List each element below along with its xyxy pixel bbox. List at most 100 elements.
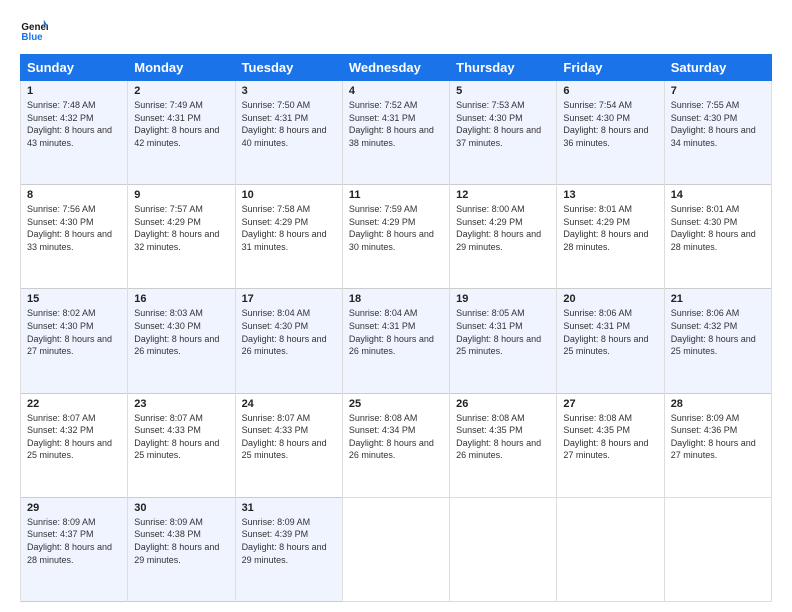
day-number: 6 [563, 85, 657, 97]
day-number: 30 [134, 502, 228, 514]
logo: General Blue [20, 16, 52, 44]
day-info: Sunrise: 7:50 AMSunset: 4:31 PMDaylight:… [242, 100, 327, 148]
day-info: Sunrise: 8:09 AMSunset: 4:36 PMDaylight:… [671, 413, 756, 461]
day-info: Sunrise: 8:04 AMSunset: 4:31 PMDaylight:… [349, 308, 434, 356]
day-cell: 31Sunrise: 8:09 AMSunset: 4:39 PMDayligh… [235, 497, 342, 601]
day-info: Sunrise: 8:07 AMSunset: 4:32 PMDaylight:… [27, 413, 112, 461]
day-cell [450, 497, 557, 601]
day-info: Sunrise: 8:07 AMSunset: 4:33 PMDaylight:… [242, 413, 327, 461]
day-info: Sunrise: 7:57 AMSunset: 4:29 PMDaylight:… [134, 204, 219, 252]
day-info: Sunrise: 8:08 AMSunset: 4:35 PMDaylight:… [456, 413, 541, 461]
day-cell: 26 Sunrise: 8:08 AMSunset: 4:35 PMDayligh… [450, 393, 557, 497]
week-row-5: 29Sunrise: 8:09 AMSunset: 4:37 PMDayligh… [21, 497, 772, 601]
day-info: Sunrise: 8:01 AMSunset: 4:30 PMDaylight:… [671, 204, 756, 252]
day-info: Sunrise: 8:08 AMSunset: 4:34 PMDaylight:… [349, 413, 434, 461]
day-number: 23 [134, 398, 228, 410]
day-cell: 29Sunrise: 8:09 AMSunset: 4:37 PMDayligh… [21, 497, 128, 601]
day-cell: 4Sunrise: 7:52 AMSunset: 4:31 PMDaylight… [342, 81, 449, 185]
week-row-4: 22 Sunrise: 8:07 AMSunset: 4:32 PMDayligh… [21, 393, 772, 497]
day-cell: 8 Sunrise: 7:56 AMSunset: 4:30 PMDaylight… [21, 185, 128, 289]
day-info: Sunrise: 7:49 AMSunset: 4:31 PMDaylight:… [134, 100, 219, 148]
day-cell: 3 Sunrise: 7:50 AMSunset: 4:31 PMDaylight… [235, 81, 342, 185]
day-number: 17 [242, 293, 336, 305]
day-info: Sunrise: 8:09 AMSunset: 4:38 PMDaylight:… [134, 517, 219, 565]
day-number: 19 [456, 293, 550, 305]
day-cell [664, 497, 771, 601]
day-number: 2 [134, 85, 228, 97]
day-number: 20 [563, 293, 657, 305]
day-cell: 27Sunrise: 8:08 AMSunset: 4:35 PMDayligh… [557, 393, 664, 497]
col-header-sunday: Sunday [21, 55, 128, 81]
day-info: Sunrise: 8:01 AMSunset: 4:29 PMDaylight:… [563, 204, 648, 252]
day-cell: 23 Sunrise: 8:07 AMSunset: 4:33 PMDayligh… [128, 393, 235, 497]
day-info: Sunrise: 8:00 AMSunset: 4:29 PMDaylight:… [456, 204, 541, 252]
day-cell [557, 497, 664, 601]
day-number: 25 [349, 398, 443, 410]
day-number: 10 [242, 189, 336, 201]
week-row-3: 15 Sunrise: 8:02 AMSunset: 4:30 PMDayligh… [21, 289, 772, 393]
day-info: Sunrise: 8:09 AMSunset: 4:39 PMDaylight:… [242, 517, 327, 565]
day-info: Sunrise: 8:03 AMSunset: 4:30 PMDaylight:… [134, 308, 219, 356]
day-number: 7 [671, 85, 765, 97]
day-info: Sunrise: 8:06 AMSunset: 4:32 PMDaylight:… [671, 308, 756, 356]
day-number: 18 [349, 293, 443, 305]
svg-text:Blue: Blue [21, 32, 43, 43]
day-cell: 9 Sunrise: 7:57 AMSunset: 4:29 PMDaylight… [128, 185, 235, 289]
day-info: Sunrise: 7:55 AMSunset: 4:30 PMDaylight:… [671, 100, 756, 148]
day-info: Sunrise: 7:58 AMSunset: 4:29 PMDaylight:… [242, 204, 327, 252]
day-info: Sunrise: 8:02 AMSunset: 4:30 PMDaylight:… [27, 308, 112, 356]
day-cell: 5 Sunrise: 7:53 AMSunset: 4:30 PMDaylight… [450, 81, 557, 185]
col-header-thursday: Thursday [450, 55, 557, 81]
day-cell: 1 Sunrise: 7:48 AMSunset: 4:32 PMDaylight… [21, 81, 128, 185]
day-info: Sunrise: 7:53 AMSunset: 4:30 PMDaylight:… [456, 100, 541, 148]
day-number: 26 [456, 398, 550, 410]
day-number: 1 [27, 85, 121, 97]
day-cell: 16 Sunrise: 8:03 AMSunset: 4:30 PMDayligh… [128, 289, 235, 393]
day-cell: 13 Sunrise: 8:01 AMSunset: 4:29 PMDayligh… [557, 185, 664, 289]
day-cell: 15 Sunrise: 8:02 AMSunset: 4:30 PMDayligh… [21, 289, 128, 393]
day-cell: 25 Sunrise: 8:08 AMSunset: 4:34 PMDayligh… [342, 393, 449, 497]
day-number: 4 [349, 85, 443, 97]
col-header-tuesday: Tuesday [235, 55, 342, 81]
day-number: 16 [134, 293, 228, 305]
day-cell: 17 Sunrise: 8:04 AMSunset: 4:30 PMDayligh… [235, 289, 342, 393]
day-cell: 28 Sunrise: 8:09 AMSunset: 4:36 PMDayligh… [664, 393, 771, 497]
day-number: 5 [456, 85, 550, 97]
day-cell: 18 Sunrise: 8:04 AMSunset: 4:31 PMDayligh… [342, 289, 449, 393]
logo-icon: General Blue [20, 16, 48, 44]
day-cell: 30 Sunrise: 8:09 AMSunset: 4:38 PMDayligh… [128, 497, 235, 601]
day-number: 13 [563, 189, 657, 201]
day-cell: 7 Sunrise: 7:55 AMSunset: 4:30 PMDaylight… [664, 81, 771, 185]
day-cell [342, 497, 449, 601]
day-cell: 19Sunrise: 8:05 AMSunset: 4:31 PMDayligh… [450, 289, 557, 393]
day-cell: 14 Sunrise: 8:01 AMSunset: 4:30 PMDayligh… [664, 185, 771, 289]
day-number: 8 [27, 189, 121, 201]
day-number: 28 [671, 398, 765, 410]
day-info: Sunrise: 8:06 AMSunset: 4:31 PMDaylight:… [563, 308, 648, 356]
day-number: 15 [27, 293, 121, 305]
day-number: 24 [242, 398, 336, 410]
day-info: Sunrise: 8:07 AMSunset: 4:33 PMDaylight:… [134, 413, 219, 461]
col-header-friday: Friday [557, 55, 664, 81]
day-cell: 11Sunrise: 7:59 AMSunset: 4:29 PMDayligh… [342, 185, 449, 289]
day-number: 22 [27, 398, 121, 410]
day-number: 3 [242, 85, 336, 97]
day-number: 29 [27, 502, 121, 514]
day-info: Sunrise: 7:59 AMSunset: 4:29 PMDaylight:… [349, 204, 434, 252]
calendar-table: SundayMondayTuesdayWednesdayThursdayFrid… [20, 54, 772, 602]
day-info: Sunrise: 7:48 AMSunset: 4:32 PMDaylight:… [27, 100, 112, 148]
day-cell: 6 Sunrise: 7:54 AMSunset: 4:30 PMDaylight… [557, 81, 664, 185]
day-cell: 10 Sunrise: 7:58 AMSunset: 4:29 PMDayligh… [235, 185, 342, 289]
day-info: Sunrise: 8:04 AMSunset: 4:30 PMDaylight:… [242, 308, 327, 356]
col-header-wednesday: Wednesday [342, 55, 449, 81]
day-number: 9 [134, 189, 228, 201]
day-cell: 2 Sunrise: 7:49 AMSunset: 4:31 PMDaylight… [128, 81, 235, 185]
day-info: Sunrise: 7:56 AMSunset: 4:30 PMDaylight:… [27, 204, 112, 252]
day-cell: 21 Sunrise: 8:06 AMSunset: 4:32 PMDayligh… [664, 289, 771, 393]
day-info: Sunrise: 7:54 AMSunset: 4:30 PMDaylight:… [563, 100, 648, 148]
week-row-1: 1 Sunrise: 7:48 AMSunset: 4:32 PMDaylight… [21, 81, 772, 185]
day-number: 21 [671, 293, 765, 305]
calendar-body: 1 Sunrise: 7:48 AMSunset: 4:32 PMDaylight… [21, 81, 772, 602]
day-cell: 12Sunrise: 8:00 AMSunset: 4:29 PMDayligh… [450, 185, 557, 289]
day-number: 14 [671, 189, 765, 201]
